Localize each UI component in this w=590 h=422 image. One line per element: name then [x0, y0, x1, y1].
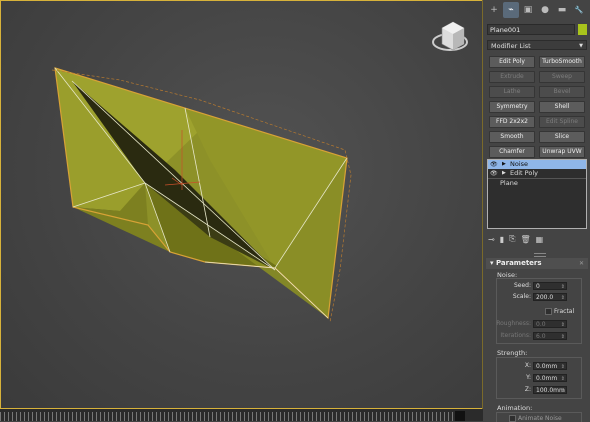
modifier-button-ffd-2x2x2[interactable]: FFD 2x2x2: [489, 116, 535, 128]
modifier-button-edit-spline[interactable]: Edit Spline: [539, 116, 585, 128]
panel-resize-handle[interactable]: [534, 253, 546, 257]
y-row: Y: 0.0mm ⇕: [497, 374, 581, 382]
parameters-rollout: ▾ Parameters ✕ Noise: Seed: 0 ⇕ Scale: 20…: [486, 258, 588, 422]
rollout-toggle-icon: ▾: [490, 259, 494, 267]
modifier-button-smooth[interactable]: Smooth: [489, 131, 535, 143]
motion-icon: ●: [541, 5, 549, 15]
modifier-button-edit-poly[interactable]: Edit Poly: [489, 56, 535, 68]
parameters-rollout-header[interactable]: ▾ Parameters ✕: [486, 258, 588, 269]
modifier-button-sweep[interactable]: Sweep: [539, 71, 585, 83]
modifier-button-extrude[interactable]: Extrude: [489, 71, 535, 83]
utilities-tab[interactable]: 🔧: [571, 2, 587, 18]
expand-triangle-icon[interactable]: ▶: [502, 160, 506, 169]
stack-item-edit-poly[interactable]: 👁 ▶ Edit Poly: [488, 169, 586, 178]
timeline-ticks: [0, 412, 455, 421]
x-label: X:: [524, 362, 531, 369]
roughness-label: Roughness:: [496, 320, 531, 327]
modifier-button-slice[interactable]: Slice: [539, 131, 585, 143]
make-unique-icon[interactable]: ⎘: [509, 234, 515, 244]
timeline-end-marker: [455, 411, 465, 421]
seed-spinner[interactable]: 0 ⇕: [533, 282, 567, 290]
modifier-stack[interactable]: 👁 ▶ Noise 👁 ▶ Edit Poly Plane: [487, 159, 587, 229]
noise-plane-mesh[interactable]: [51, 67, 352, 323]
z-spinner[interactable]: 100.0mm ⇕: [533, 386, 567, 394]
roughness-value: 0.0: [536, 321, 546, 328]
iterations-spinner[interactable]: 6.0 ⇕: [533, 332, 567, 340]
perspective-viewport[interactable]: [0, 0, 483, 421]
parameters-title: Parameters: [495, 259, 542, 267]
seed-row: Seed: 0 ⇕: [497, 282, 581, 290]
object-name-field[interactable]: Plane001: [487, 24, 575, 35]
scale-value: 200.0: [536, 294, 554, 301]
display-tab[interactable]: ▬: [554, 2, 570, 18]
wrench-icon: 🔧: [574, 6, 584, 14]
command-panel: + ⌁ ▣ ● ▬ 🔧 Plane001 Modifier List ▼ Edi…: [484, 0, 590, 422]
seed-label: Seed:: [513, 282, 531, 289]
stack-toolbar: ⊸ ▮ ⎘ 🗑 ▦: [488, 234, 588, 244]
modify-curve-icon: ⌁: [508, 5, 514, 15]
show-end-result-icon[interactable]: ▮: [500, 235, 504, 244]
hierarchy-icon: ▣: [523, 5, 533, 15]
roughness-row: Roughness: 0.0 ⇕: [496, 320, 581, 328]
checkbox-box[interactable]: [545, 308, 552, 315]
plus-icon: +: [490, 5, 498, 15]
modifier-list-label: Modifier List: [491, 42, 531, 50]
remove-modifier-icon[interactable]: 🗑: [521, 235, 531, 244]
scene-svg: [51, 21, 468, 323]
chevron-down-icon: ▼: [579, 43, 583, 49]
seed-value: 0: [536, 283, 540, 290]
modifier-button-lathe[interactable]: Lathe: [489, 86, 535, 98]
eye-icon[interactable]: 👁: [490, 169, 498, 178]
modifier-button-bevel[interactable]: Bevel: [539, 86, 585, 98]
hierarchy-tab[interactable]: ▣: [520, 2, 536, 18]
modify-tab[interactable]: ⌁: [503, 2, 519, 18]
modifier-button-symmetry[interactable]: Symmetry: [489, 101, 535, 113]
modifier-list-dropdown[interactable]: Modifier List ▼: [487, 40, 587, 50]
pin-stack-icon[interactable]: ⊸: [488, 235, 495, 244]
animation-group-label: Animation:: [497, 404, 533, 412]
fractal-checkbox[interactable]: Fractal: [545, 308, 574, 315]
create-tab[interactable]: +: [486, 2, 502, 18]
expand-triangle-icon[interactable]: ▶: [502, 169, 506, 178]
stack-item-plane[interactable]: Plane: [488, 178, 586, 188]
scale-row: Scale: 200.0 ⇕: [497, 293, 581, 301]
monitor-icon: ▬: [557, 5, 567, 15]
z-row: Z: 100.0mm ⇕: [497, 386, 581, 394]
y-label: Y:: [526, 374, 531, 381]
y-value: 0.0mm: [536, 375, 558, 382]
rollout-close-icon[interactable]: ✕: [579, 258, 584, 269]
scale-spinner[interactable]: 200.0 ⇕: [533, 293, 567, 301]
scale-label: Scale:: [512, 293, 531, 300]
z-label: Z:: [524, 386, 531, 393]
modifier-button-unwrap-uvw[interactable]: Unwrap UVW: [539, 146, 585, 158]
y-spinner[interactable]: 0.0mm ⇕: [533, 374, 567, 382]
fractal-label: Fractal: [554, 308, 575, 315]
x-row: X: 0.0mm ⇕: [497, 362, 581, 370]
roughness-spinner[interactable]: 0.0 ⇕: [533, 320, 567, 328]
x-value: 0.0mm: [536, 363, 558, 370]
iterations-row: Iterations: 6.0 ⇕: [497, 332, 581, 340]
x-spinner[interactable]: 0.0mm ⇕: [533, 362, 567, 370]
stack-item-label: Edit Poly: [510, 169, 538, 177]
modifier-button-shell[interactable]: Shell: [539, 101, 585, 113]
configure-sets-icon[interactable]: ▦: [536, 235, 544, 244]
eye-icon[interactable]: 👁: [490, 160, 498, 169]
stack-item-label: Plane: [500, 179, 518, 187]
view-cube-icon[interactable]: [432, 21, 468, 51]
motion-tab[interactable]: ●: [537, 2, 553, 18]
object-color-swatch[interactable]: [578, 24, 587, 35]
iterations-label: Iterations:: [500, 332, 531, 339]
stack-item-label: Noise: [510, 160, 529, 168]
iterations-value: 6.0: [536, 333, 546, 340]
command-panel-tabs: + ⌁ ▣ ● ▬ 🔧: [484, 2, 590, 21]
noise-group: Seed: 0 ⇕ Scale: 200.0 ⇕ Fractal Roughness…: [496, 278, 582, 344]
timeline-track[interactable]: [0, 409, 483, 421]
modifier-button-chamfer[interactable]: Chamfer: [489, 146, 535, 158]
strength-group-label: Strength:: [497, 349, 528, 357]
modifier-button-turbosmooth[interactable]: TurboSmooth: [539, 56, 585, 68]
strength-group: X: 0.0mm ⇕ Y: 0.0mm ⇕ Z: 100.0mm ⇕: [496, 357, 582, 399]
modifier-buttons-grid: Edit Poly TurboSmooth Extrude Sweep Lathe Bev…: [489, 56, 585, 173]
stack-item-noise[interactable]: 👁 ▶ Noise: [488, 160, 586, 169]
